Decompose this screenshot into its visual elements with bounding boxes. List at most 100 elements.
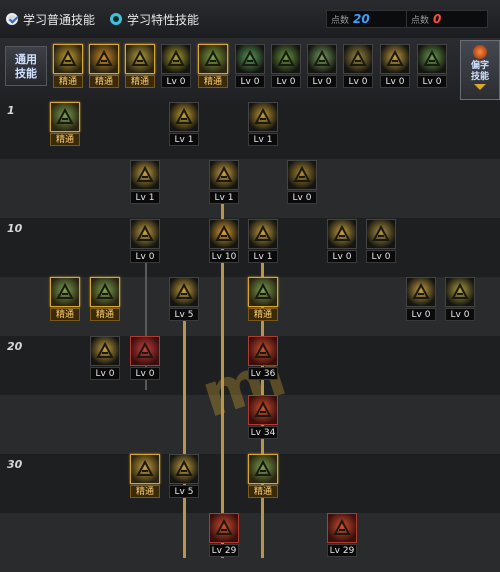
skill-level-label: Lv 0 — [130, 367, 160, 380]
common-skill-slot[interactable]: Lv 0 — [307, 44, 337, 88]
common-skill-tab[interactable]: 通用 技能 — [5, 46, 47, 86]
skill-level-label: Lv 1 — [169, 133, 199, 146]
common-skill-slot[interactable]: Lv 0 — [271, 44, 301, 88]
common-skill-slot[interactable]: 精通 — [53, 44, 83, 88]
ammo-icon — [287, 160, 317, 190]
skill-level-label: Lv 0 — [307, 75, 337, 88]
skill-level-label: 精通 — [89, 75, 119, 88]
mask-icon — [366, 219, 396, 249]
checkbox-checked-icon — [6, 13, 18, 25]
mastery-skill-tab[interactable]: 偏字 技能 — [460, 40, 500, 100]
skill-slot[interactable]: Lv 0 — [90, 336, 120, 380]
crosshair-icon — [235, 44, 265, 74]
skill-level-label: Lv 5 — [169, 308, 199, 321]
skill-slot[interactable]: Lv 29 — [327, 513, 357, 557]
common-skill-slot[interactable]: Lv 0 — [235, 44, 265, 88]
skill-level-label: Lv 0 — [366, 250, 396, 263]
skill-slot[interactable]: Lv 1 — [209, 160, 239, 204]
common-skill-slot[interactable]: 精通 — [89, 44, 119, 88]
skill-slot[interactable]: Lv 0 — [130, 219, 160, 263]
skill-level-label: 精通 — [248, 308, 278, 321]
orb-icon — [473, 45, 487, 59]
skill-level-label: Lv 0 — [287, 191, 317, 204]
common-skill-slot[interactable]: 精通 — [198, 44, 228, 88]
skill-level-label: Lv 0 — [327, 250, 357, 263]
skill-tree-grid: 1 10 20 30 ml 精通 Lv 1 Lv 1 Lv 1 Lv 1 Lv 0 Lv 0… — [0, 100, 500, 572]
flag-icon — [406, 277, 436, 307]
skill-slot[interactable]: Lv 5 — [169, 454, 199, 498]
skill-slot[interactable]: Lv 5 — [169, 277, 199, 321]
skill-slot[interactable]: Lv 0 — [130, 336, 160, 380]
level-marker: 30 — [7, 458, 23, 471]
heal-icon — [130, 336, 160, 366]
target-icon — [198, 44, 228, 74]
sp-value: 20 — [353, 12, 370, 26]
skill-level-label: Lv 36 — [248, 367, 278, 380]
muscle-icon — [380, 44, 410, 74]
skill-slot[interactable]: 精通 — [248, 454, 278, 498]
skill-level-label: 精通 — [248, 485, 278, 498]
skill-level-label: 精通 — [90, 308, 120, 321]
dash-icon — [125, 44, 155, 74]
special-skill-option[interactable]: 学习特性技能 — [110, 10, 199, 28]
mastery-tab-label: 偏字 技能 — [470, 61, 489, 82]
common-skill-slot[interactable]: Lv 0 — [380, 44, 410, 88]
cannon-icon — [89, 44, 119, 74]
common-skill-slot[interactable]: Lv 0 — [343, 44, 373, 88]
skill-slot[interactable]: Lv 0 — [406, 277, 436, 321]
skill-slot[interactable]: 精通 — [50, 102, 80, 146]
kick-icon — [248, 219, 278, 249]
bullet-icon — [209, 160, 239, 190]
blast-icon — [209, 513, 239, 543]
skill-level-label: 精通 — [53, 75, 83, 88]
level-marker: 1 — [7, 104, 15, 117]
skill-slot[interactable]: 精通 — [248, 277, 278, 321]
skill-slot[interactable]: Lv 29 — [209, 513, 239, 557]
general-skill-option[interactable]: 学习普通技能 — [6, 10, 95, 28]
crouch-icon — [307, 44, 337, 74]
common-skill-bar: 通用 技能 精通 精通 精通 Lv 0 精通 Lv 0 Lv 0 Lv 0 Lv 0 Lv 0 Lv… — [0, 38, 500, 101]
skill-slot[interactable]: 精通 — [90, 277, 120, 321]
skill-level-label: Lv 0 — [90, 367, 120, 380]
radio-unchecked-icon — [110, 13, 122, 25]
skill-slot[interactable]: 精通 — [130, 454, 160, 498]
skill-slot[interactable]: Lv 1 — [248, 219, 278, 263]
skill-level-label: Lv 1 — [248, 250, 278, 263]
whirl-icon — [327, 513, 357, 543]
common-skill-slot[interactable]: Lv 0 — [417, 44, 447, 88]
sp-label: 点数 — [411, 16, 430, 26]
prereq-line — [183, 312, 186, 558]
punch-icon — [248, 395, 278, 425]
scroll-read-icon — [53, 44, 83, 74]
skill-slot[interactable]: Lv 0 — [366, 219, 396, 263]
grid-band — [0, 159, 500, 218]
skill-slot[interactable]: Lv 1 — [169, 102, 199, 146]
wings-icon — [161, 44, 191, 74]
skill-slot[interactable]: Lv 0 — [445, 277, 475, 321]
skill-slot[interactable]: Lv 34 — [248, 395, 278, 439]
spiral-icon — [343, 44, 373, 74]
common-skill-slot[interactable]: Lv 0 — [161, 44, 191, 88]
grid-band — [0, 513, 500, 572]
burst-icon — [130, 160, 160, 190]
top-bar: 学习普通技能 学习特性技能 点数 20 点数 0 — [0, 0, 500, 39]
skill-slot[interactable]: Lv 1 — [248, 102, 278, 146]
shield-icon — [130, 219, 160, 249]
general-skill-label: 学习普通技能 — [23, 12, 96, 27]
skill-level-label: Lv 0 — [406, 308, 436, 321]
common-skill-slot[interactable]: 精通 — [125, 44, 155, 88]
skill-slot[interactable]: Lv 0 — [327, 219, 357, 263]
skill-slot[interactable]: Lv 10 — [209, 219, 239, 263]
sp-counter-1: 点数 20 — [326, 10, 408, 28]
sp-label: 点数 — [331, 16, 350, 26]
skill-level-label: 精通 — [130, 485, 160, 498]
gun-icon — [169, 454, 199, 484]
level-marker: 20 — [7, 340, 23, 353]
skill-slot[interactable]: Lv 36 — [248, 336, 278, 380]
skill-level-label: Lv 0 — [380, 75, 410, 88]
skill-slot[interactable]: 精通 — [50, 277, 80, 321]
level-marker: 10 — [7, 222, 23, 235]
skill-slot[interactable]: Lv 0 — [287, 160, 317, 204]
skill-slot[interactable]: Lv 1 — [130, 160, 160, 204]
skill-level-label: Lv 1 — [248, 133, 278, 146]
